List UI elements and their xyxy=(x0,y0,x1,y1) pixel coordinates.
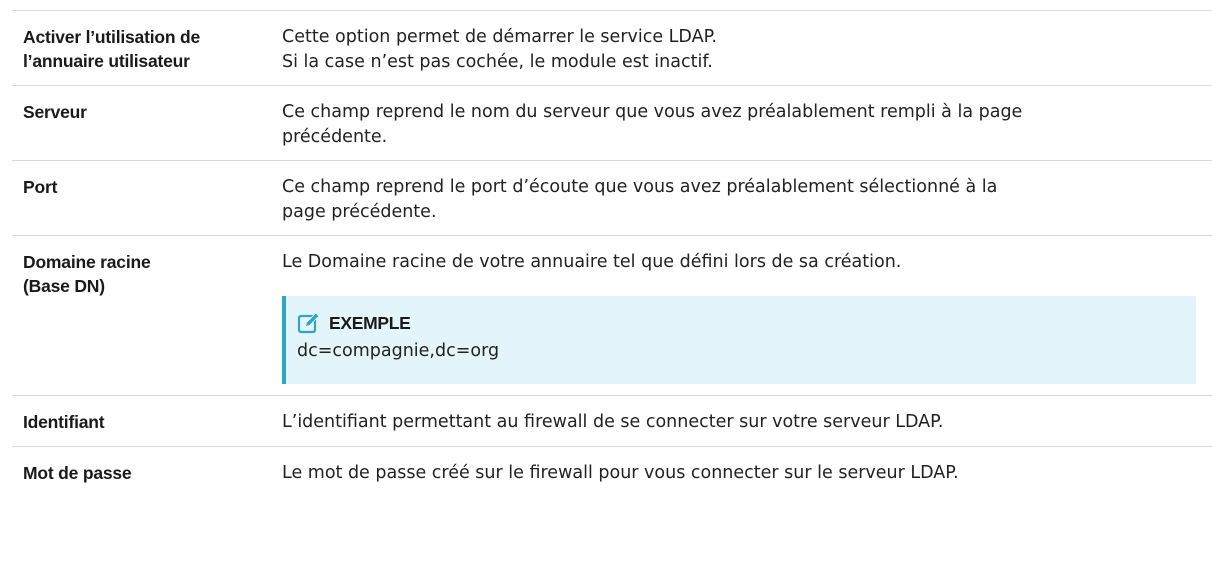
term-domaine-racine: Domaine racine (Base DN) xyxy=(12,250,282,395)
description: Le mot de passe créé sur le firewall pou… xyxy=(282,461,1212,498)
term-line: Activer l’utilisation de xyxy=(23,27,201,47)
table-row: Mot de passe Le mot de passe créé sur le… xyxy=(12,447,1212,498)
description-line: précédente. xyxy=(282,127,388,147)
description-line: page précédente. xyxy=(282,202,437,222)
description-line: Le mot de passe créé sur le firewall pou… xyxy=(282,463,959,483)
description-line: Ce champ reprend le port d’écoute que vo… xyxy=(282,177,998,197)
example-callout: EXEMPLE dc=compagnie,dc=org xyxy=(282,296,1196,384)
edit-icon xyxy=(297,311,321,335)
term-line: l’annuaire utilisateur xyxy=(23,51,190,71)
term-mot-de-passe: Mot de passe xyxy=(23,463,132,483)
term-identifiant: Identifiant xyxy=(23,412,105,432)
definition-table: Activer l’utilisation de l’annuaire util… xyxy=(12,10,1212,498)
description-line: Cette option permet de démarrer le servi… xyxy=(282,27,717,47)
example-header: EXEMPLE xyxy=(297,310,1196,336)
term-serveur: Serveur xyxy=(23,102,87,122)
example-body: dc=compagnie,dc=org xyxy=(297,341,500,361)
term-line: Domaine racine xyxy=(23,252,151,272)
description: Cette option permet de démarrer le servi… xyxy=(282,25,1212,85)
term-activer: Activer l’utilisation de l’annuaire util… xyxy=(12,25,282,85)
table-row: Serveur Ce champ reprend le nom du serve… xyxy=(12,86,1212,161)
example-title: EXEMPLE xyxy=(329,312,411,333)
description: Le Domaine racine de votre annuaire tel … xyxy=(282,250,1212,395)
table-row: Activer l’utilisation de l’annuaire util… xyxy=(12,11,1212,86)
description-line: Ce champ reprend le nom du serveur que v… xyxy=(282,102,1023,122)
table-row: Port Ce champ reprend le port d’écoute q… xyxy=(12,161,1212,236)
description-line: L’identifiant permettant au firewall de … xyxy=(282,412,944,432)
description: L’identifiant permettant au firewall de … xyxy=(282,410,1212,446)
term-line: (Base DN) xyxy=(23,276,105,296)
description: Ce champ reprend le nom du serveur que v… xyxy=(282,100,1212,160)
description-line: Si la case n’est pas cochée, le module e… xyxy=(282,52,713,72)
description: Ce champ reprend le port d’écoute que vo… xyxy=(282,175,1212,235)
table-row: Identifiant L’identifiant permettant au … xyxy=(12,396,1212,447)
term-port: Port xyxy=(23,177,58,197)
description-line: Le Domaine racine de votre annuaire tel … xyxy=(282,252,902,272)
table-row: Domaine racine (Base DN) Le Domaine raci… xyxy=(12,236,1212,396)
